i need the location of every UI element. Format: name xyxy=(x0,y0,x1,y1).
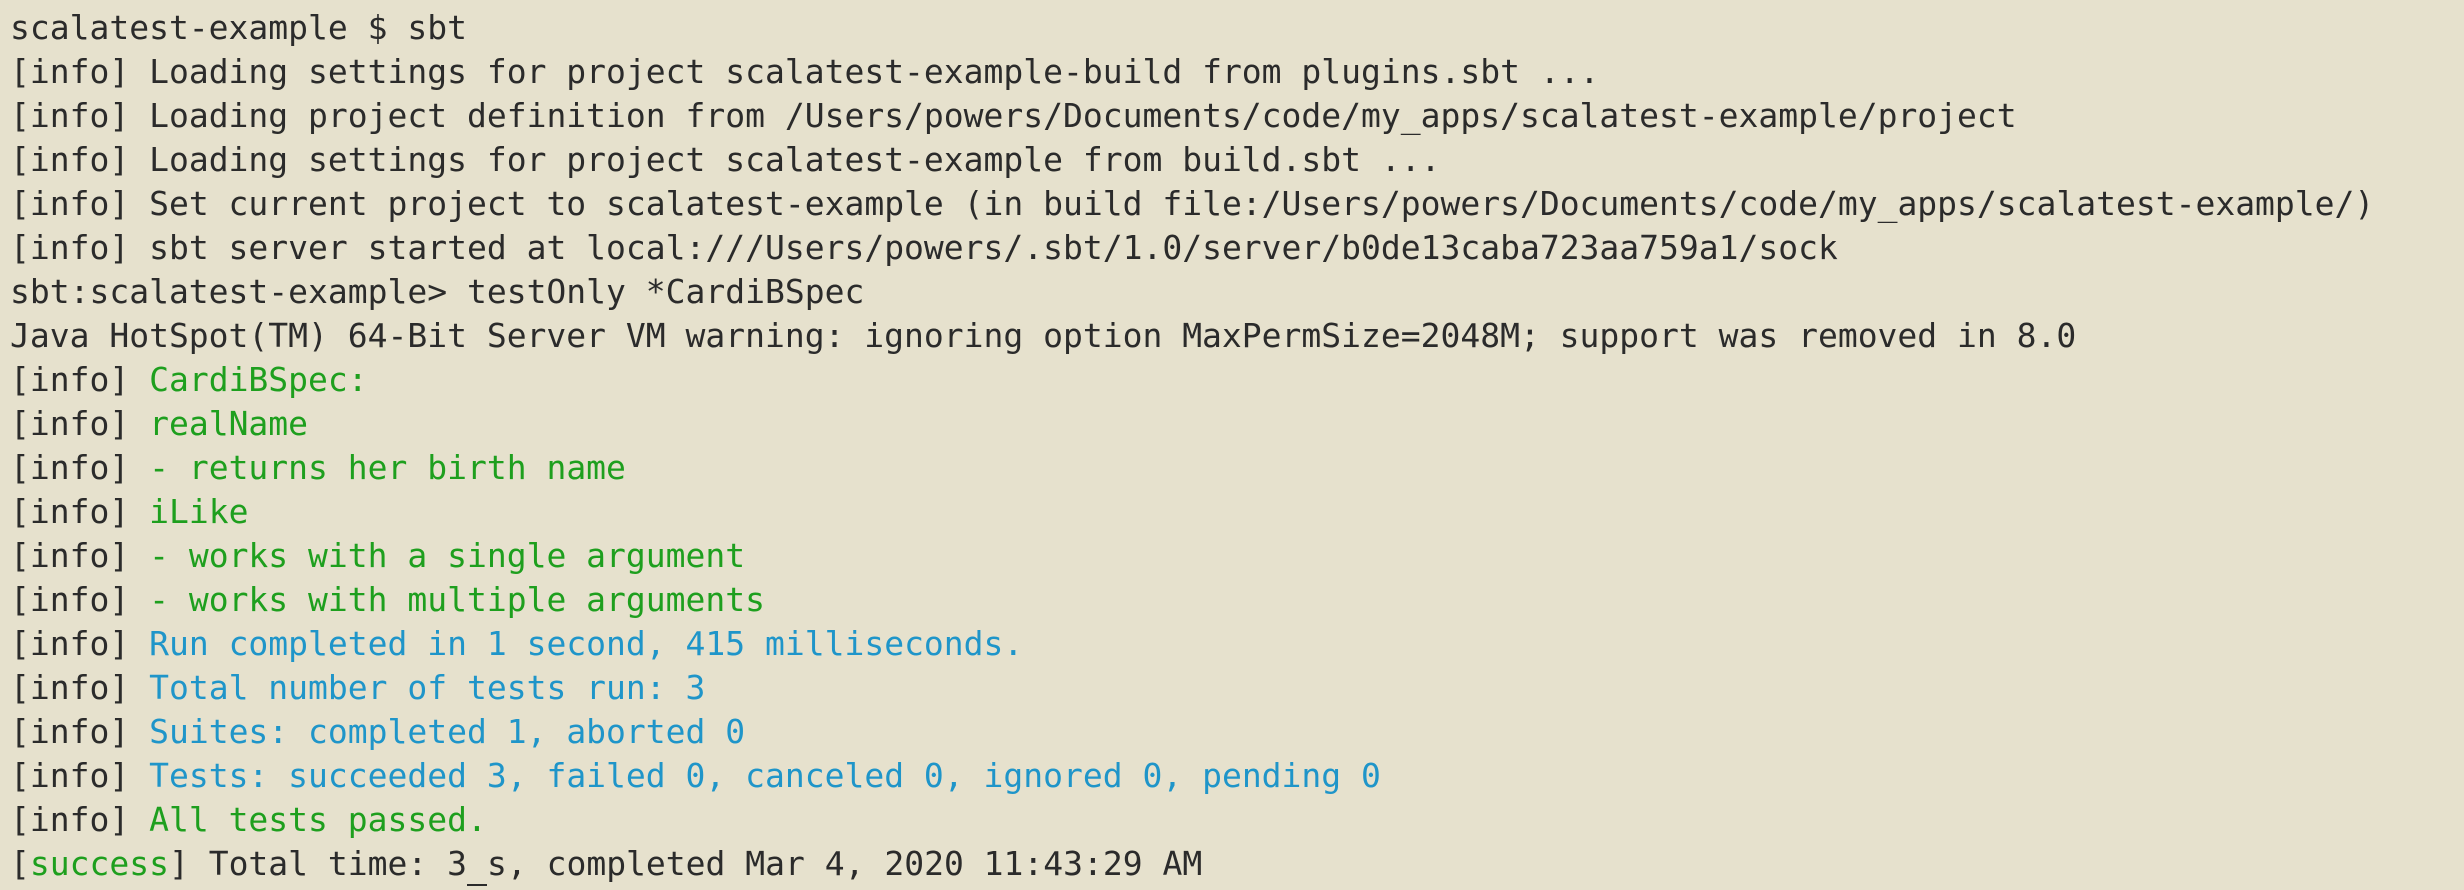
info-prefix: [info] xyxy=(10,492,130,531)
success-prefix-close: ] xyxy=(168,844,189,883)
log-line-ilike: [info] iLike xyxy=(10,490,2464,534)
log-line-returns-birth-name: [info] - returns her birth name xyxy=(10,446,2464,490)
log-line-set-project: [info] Set current project to scalatest-… xyxy=(10,182,2464,226)
java-warning-line: Java HotSpot(TM) 64-Bit Server VM warnin… xyxy=(10,314,2464,358)
info-prefix: [info] xyxy=(10,712,130,751)
log-message: Loading settings for project scalatest-e… xyxy=(129,52,1600,91)
success-prefix: success xyxy=(29,844,169,883)
log-line-works-multiple: [info] - works with multiple arguments xyxy=(10,578,2464,622)
info-prefix: [info] xyxy=(10,448,130,487)
log-line-total-tests: [info] Total number of tests run: 3 xyxy=(10,666,2464,710)
info-prefix: [info] xyxy=(10,228,130,267)
log-line-tests-summary: [info] Tests: succeeded 3, failed 0, can… xyxy=(10,754,2464,798)
sbt-command-line: sbt:scalatest-example> testOnly *CardiBS… xyxy=(10,270,2464,314)
info-prefix: [info] xyxy=(10,360,130,399)
test-output-message: - returns her birth name xyxy=(149,448,626,487)
sbt-prompt: sbt:scalatest-example> xyxy=(10,272,448,311)
total-time-message: Total time: 3 xyxy=(188,844,467,883)
log-line-all-passed: [info] All tests passed. xyxy=(10,798,2464,842)
log-message: sbt server started at local:///Users/pow… xyxy=(129,228,1838,267)
summary-message: Tests: succeeded 3, failed 0, canceled 0… xyxy=(149,756,1381,795)
summary-message: Total number of tests run: 3 xyxy=(149,668,706,707)
info-prefix: [info] xyxy=(10,536,130,575)
shell-prompt-line: scalatest-example $ sbt xyxy=(10,6,2464,50)
test-output-message: realName xyxy=(149,404,309,443)
summary-message: Suites: completed 1, aborted 0 xyxy=(149,712,746,751)
test-output-message: - works with a single argument xyxy=(149,536,746,575)
sbt-command: testOnly *CardiBSpec xyxy=(447,272,865,311)
log-message: Loading settings for project scalatest-e… xyxy=(129,140,1441,179)
info-prefix: [info] xyxy=(10,580,130,619)
info-prefix: [info] xyxy=(10,624,130,663)
success-prefix-open: [ xyxy=(10,844,30,883)
log-line-works-single: [info] - works with a single argument xyxy=(10,534,2464,578)
summary-message: Run completed in 1 second, 415 milliseco… xyxy=(149,624,1024,663)
test-output-message: - works with multiple arguments xyxy=(149,580,765,619)
java-warning: Java HotSpot(TM) 64-Bit Server VM warnin… xyxy=(10,316,2077,355)
total-time-message-rest: s, completed Mar 4, 2020 11:43:29 AM xyxy=(486,844,1203,883)
log-message: Loading project definition from /Users/p… xyxy=(129,96,2017,135)
log-line-loading-plugins: [info] Loading settings for project scal… xyxy=(10,50,2464,94)
log-line-spec-name: [info] CardiBSpec: xyxy=(10,358,2464,402)
info-prefix: [info] xyxy=(10,184,130,223)
shell-prompt: scalatest-example $ sbt xyxy=(10,8,467,47)
terminal-window[interactable]: scalatest-example $ sbt [info] Loading s… xyxy=(0,0,2464,890)
log-line-suites: [info] Suites: completed 1, aborted 0 xyxy=(10,710,2464,754)
log-line-loading-definition: [info] Loading project definition from /… xyxy=(10,94,2464,138)
info-prefix: [info] xyxy=(10,404,130,443)
terminal-cursor xyxy=(466,842,487,886)
info-prefix: [info] xyxy=(10,52,130,91)
info-prefix: [info] xyxy=(10,668,130,707)
log-message: Set current project to scalatest-example… xyxy=(129,184,2375,223)
info-prefix: [info] xyxy=(10,96,130,135)
log-line-realname: [info] realName xyxy=(10,402,2464,446)
log-line-success: [success] Total time: 3 s, completed Mar … xyxy=(10,842,2464,886)
log-line-run-completed: [info] Run completed in 1 second, 415 mi… xyxy=(10,622,2464,666)
info-prefix: [info] xyxy=(10,140,130,179)
test-output-message: iLike xyxy=(149,492,249,531)
info-prefix: [info] xyxy=(10,756,130,795)
info-prefix: [info] xyxy=(10,800,130,839)
test-output-message: All tests passed. xyxy=(149,800,487,839)
test-output-message: CardiBSpec: xyxy=(149,360,368,399)
log-line-loading-build: [info] Loading settings for project scal… xyxy=(10,138,2464,182)
log-line-server-started: [info] sbt server started at local:///Us… xyxy=(10,226,2464,270)
